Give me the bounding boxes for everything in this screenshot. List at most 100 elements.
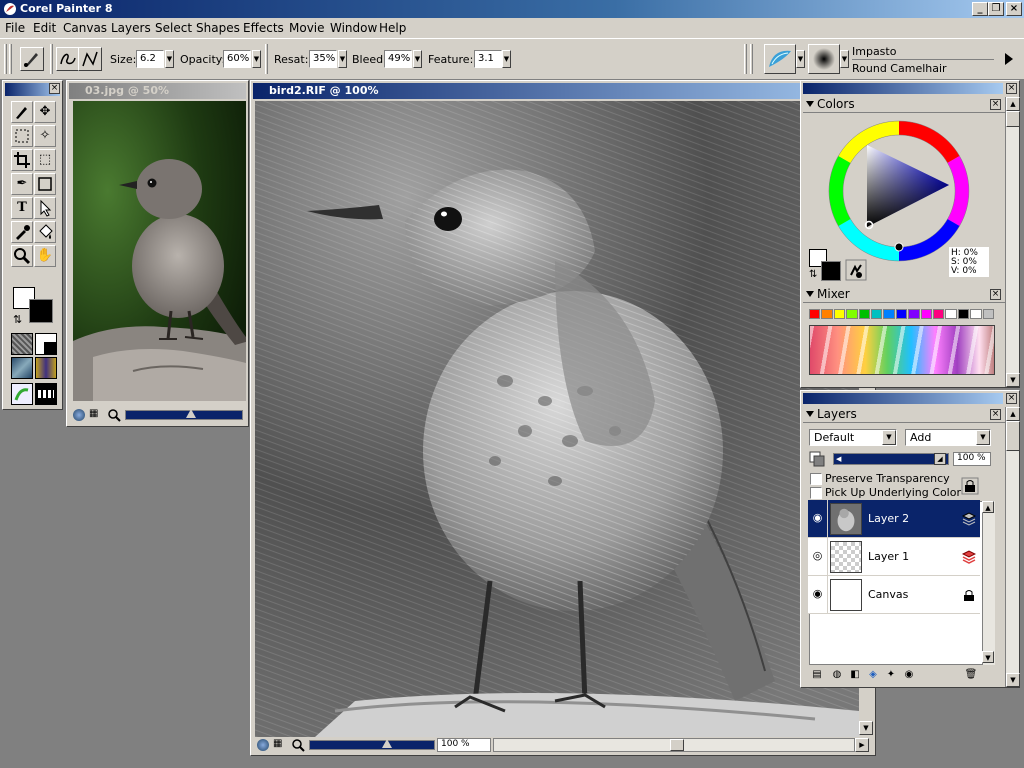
mixer-swatch[interactable]: [908, 309, 920, 319]
eye-icon[interactable]: ◉: [808, 576, 828, 614]
collapse-icon[interactable]: [806, 291, 814, 297]
menu-layers[interactable]: Layers: [111, 21, 151, 35]
minimize-button[interactable]: _: [972, 2, 988, 16]
eye-icon[interactable]: ◉: [808, 500, 828, 538]
menu-shapes[interactable]: Shapes: [196, 21, 240, 35]
mixer-swatch[interactable]: [821, 309, 833, 319]
preserve-transparency-checkbox[interactable]: [810, 473, 822, 485]
canvas-horizontal-scrollbar[interactable]: [493, 738, 855, 752]
dynamic-plugins-icon[interactable]: ◍: [829, 667, 845, 683]
layer-list-scroll-up[interactable]: ▲: [982, 501, 994, 513]
layer-adjust-icon[interactable]: ✦: [883, 667, 899, 683]
toolbar-grip[interactable]: [4, 44, 7, 74]
color-wheel[interactable]: [825, 117, 973, 265]
menu-select[interactable]: Select: [155, 21, 192, 35]
brush-tool-icon[interactable]: [20, 47, 44, 71]
magnifier-icon[interactable]: [11, 245, 33, 267]
toolbar-grip[interactable]: [265, 44, 268, 74]
menu-file[interactable]: File: [5, 21, 25, 35]
layer-opacity-value[interactable]: 100 %: [953, 452, 991, 466]
bleed-field[interactable]: 49%: [384, 50, 412, 68]
opacity-field[interactable]: 60%: [223, 50, 251, 68]
toolbox-close-icon[interactable]: ×: [49, 83, 60, 94]
paint-bucket-icon[interactable]: [34, 221, 56, 243]
canvas-zoom-slider[interactable]: [309, 739, 435, 750]
size-spinner[interactable]: ▼: [165, 50, 174, 68]
layers-vertical-scrollbar[interactable]: ▲ ▼: [1005, 407, 1020, 687]
clone-color-icon[interactable]: [845, 259, 867, 281]
palette-scroll-thumb[interactable]: [1006, 111, 1020, 127]
palette-scroll-down-button[interactable]: ▼: [1006, 373, 1020, 387]
brush-selector-expand-icon[interactable]: [1005, 53, 1013, 65]
pick-up-underlying-checkbox[interactable]: [810, 487, 822, 499]
selection-adjuster-icon[interactable]: ⬚: [34, 149, 56, 171]
palette-close-icon[interactable]: ×: [1006, 393, 1017, 404]
mixer-swatch[interactable]: [809, 309, 821, 319]
mixer-swatch[interactable]: [982, 309, 994, 319]
source-zoom-slider-thumb[interactable]: [186, 409, 196, 418]
lock-layer-icon[interactable]: [961, 477, 979, 495]
mixer-swatch[interactable]: [883, 309, 895, 319]
mixer-swatch[interactable]: [957, 309, 970, 319]
source-photo[interactable]: [73, 101, 246, 401]
menu-effects[interactable]: Effects: [243, 21, 284, 35]
layers-close-icon[interactable]: ×: [990, 409, 1001, 420]
zoom-icon[interactable]: [291, 738, 305, 752]
gradient-selector-icon[interactable]: [35, 333, 57, 355]
dropper-icon[interactable]: [11, 221, 33, 243]
layer-opacity-slider-thumb[interactable]: ◢: [934, 453, 946, 465]
layers-scroll-thumb[interactable]: [1006, 421, 1020, 451]
composite-depth-select[interactable]: Add ▼: [905, 429, 991, 446]
bleed-spinner[interactable]: ▼: [413, 50, 422, 68]
colors-palette-header[interactable]: Colors ×: [803, 97, 1017, 113]
swap-colors-icon[interactable]: ⇅: [13, 313, 22, 326]
menu-canvas[interactable]: Canvas: [63, 21, 107, 35]
palette-title-bar[interactable]: [803, 83, 1003, 94]
palette-close-icon[interactable]: ×: [1006, 83, 1017, 94]
mixer-swatch[interactable]: [871, 309, 883, 319]
brush-selector-grip[interactable]: [750, 44, 753, 74]
rect-select-icon[interactable]: [11, 125, 33, 147]
weave-selector-icon[interactable]: [35, 357, 57, 379]
layers-scroll-up-button[interactable]: ▲: [1006, 407, 1020, 421]
pattern-selector-icon[interactable]: [11, 357, 33, 379]
layer-row-layer-1[interactable]: ◎ Layer 1: [808, 538, 980, 576]
canvas-scroll-right-button[interactable]: ▶: [855, 738, 869, 752]
collapse-icon[interactable]: [806, 101, 814, 107]
shape-selection-icon[interactable]: [34, 197, 56, 219]
crop-icon[interactable]: [11, 149, 33, 171]
painting-canvas[interactable]: [255, 101, 859, 737]
menu-window[interactable]: Window: [330, 21, 377, 35]
mixer-swatch[interactable]: [970, 309, 982, 319]
brush-icon[interactable]: [11, 101, 33, 123]
palette-title-bar[interactable]: [803, 393, 1003, 404]
layer-row-canvas[interactable]: ◉ Canvas: [808, 576, 980, 614]
eye-closed-icon[interactable]: ◎: [808, 538, 828, 576]
size-field[interactable]: 6.2: [136, 50, 164, 68]
mixer-swatch[interactable]: [933, 309, 945, 319]
zoom-icon[interactable]: [107, 408, 121, 422]
canvas-horizontal-scroll-thumb[interactable]: [670, 739, 684, 751]
mixer-swatch[interactable]: [920, 309, 932, 319]
toolbar-grip[interactable]: [50, 44, 53, 74]
pen-icon[interactable]: ✒: [11, 173, 33, 195]
colors-close-icon[interactable]: ×: [990, 99, 1001, 110]
paper-selector-icon[interactable]: [11, 333, 33, 355]
new-layer-icon[interactable]: ◈: [865, 667, 881, 683]
source-zoom-slider[interactable]: [125, 409, 243, 420]
layer-list-scrollbar[interactable]: ▲ ▼: [982, 501, 995, 665]
mixer-palette-header[interactable]: Mixer ×: [803, 287, 1017, 303]
tracing-paper-icon[interactable]: ▦: [273, 738, 287, 752]
resat-spinner[interactable]: ▼: [338, 50, 347, 68]
mixer-swatch[interactable]: [833, 309, 846, 319]
brush-variant-dropdown[interactable]: ▼: [840, 50, 849, 68]
composite-method-select[interactable]: Default ▼: [809, 429, 897, 446]
opacity-spinner[interactable]: ▼: [252, 50, 261, 68]
canvas-scroll-down-button[interactable]: ▼: [859, 721, 873, 735]
palette-vertical-scrollbar[interactable]: ▲ ▼: [1005, 97, 1020, 387]
additional-color-swatch[interactable]: [29, 299, 53, 323]
nozzle-selector-icon[interactable]: [11, 383, 33, 405]
close-button[interactable]: ×: [1006, 2, 1022, 16]
move-layer-icon[interactable]: ✥: [34, 101, 56, 123]
layer-mask-icon[interactable]: ◧: [847, 667, 863, 683]
